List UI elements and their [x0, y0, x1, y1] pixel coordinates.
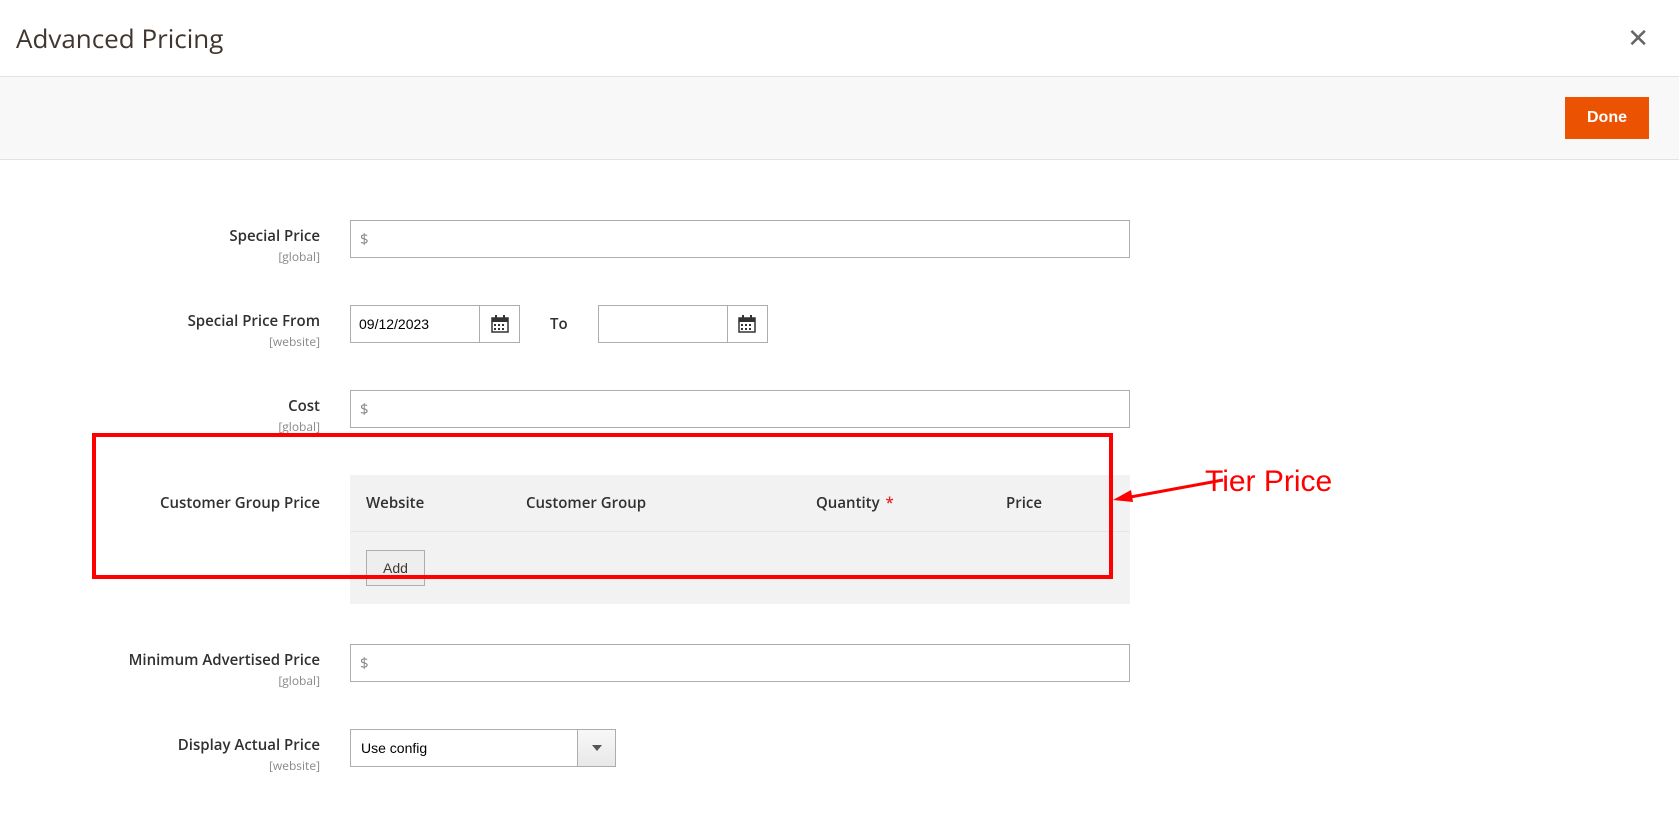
row-cost: Cost [global] $ [30, 390, 1649, 435]
field-special-price: $ [350, 220, 1130, 258]
currency-prefix: $ [360, 229, 369, 249]
scope-text: [website] [30, 333, 320, 350]
label-special-price: Special Price [global] [30, 220, 350, 265]
field-cost: $ [350, 390, 1130, 428]
special-price-input[interactable] [350, 220, 1130, 258]
currency-prefix: $ [360, 399, 369, 419]
label-cost: Cost [global] [30, 390, 350, 435]
currency-input-wrap: $ [350, 644, 1130, 682]
done-button[interactable]: Done [1565, 97, 1649, 139]
annotation-highlight-box [92, 433, 1113, 579]
currency-input-wrap: $ [350, 220, 1130, 258]
display-actual-select[interactable] [350, 729, 616, 767]
date-row: To [350, 305, 1130, 343]
annotation-text: Tier Price [1205, 465, 1332, 499]
field-map: $ [350, 644, 1130, 682]
row-special-price: Special Price [global] $ [30, 220, 1649, 265]
currency-input-wrap: $ [350, 390, 1130, 428]
row-display-actual-price: Display Actual Price [website] [30, 729, 1649, 774]
display-actual-value[interactable] [350, 729, 578, 767]
label-text: Special Price [30, 226, 320, 246]
special-price-to-input[interactable] [598, 305, 728, 343]
date-from-group [350, 305, 520, 343]
field-special-price-dates: To [350, 305, 1130, 343]
currency-prefix: $ [360, 653, 369, 673]
map-input[interactable] [350, 644, 1130, 682]
label-special-price-from: Special Price From [website] [30, 305, 350, 350]
action-bar: Done [0, 77, 1679, 160]
datepicker-from-button[interactable] [480, 305, 520, 343]
label-text: Special Price From [30, 311, 320, 331]
scope-text: [website] [30, 757, 320, 774]
scope-text: [global] [30, 672, 320, 689]
select-toggle-button[interactable] [578, 729, 616, 767]
label-display-actual-price: Display Actual Price [website] [30, 729, 350, 774]
row-map: Minimum Advertised Price [global] $ [30, 644, 1649, 689]
chevron-down-icon [592, 745, 602, 751]
special-price-from-input[interactable] [350, 305, 480, 343]
form-area: Special Price [global] $ Special Price F… [0, 160, 1679, 814]
label-text: Display Actual Price [30, 735, 320, 755]
calendar-icon [491, 315, 509, 333]
row-special-price-from: Special Price From [website] To [30, 305, 1649, 350]
page-title: Advanced Pricing [16, 20, 223, 56]
close-button[interactable]: ✕ [1627, 25, 1649, 51]
label-text: Cost [30, 396, 320, 416]
label-text: Minimum Advertised Price [30, 650, 320, 670]
datepicker-to-button[interactable] [728, 305, 768, 343]
field-display-actual-price [350, 729, 1130, 767]
cost-input[interactable] [350, 390, 1130, 428]
calendar-icon [738, 315, 756, 333]
modal-header: Advanced Pricing ✕ [0, 0, 1679, 77]
label-map: Minimum Advertised Price [global] [30, 644, 350, 689]
to-label: To [550, 314, 568, 334]
date-to-group [598, 305, 768, 343]
scope-text: [global] [30, 248, 320, 265]
close-icon: ✕ [1627, 23, 1649, 53]
